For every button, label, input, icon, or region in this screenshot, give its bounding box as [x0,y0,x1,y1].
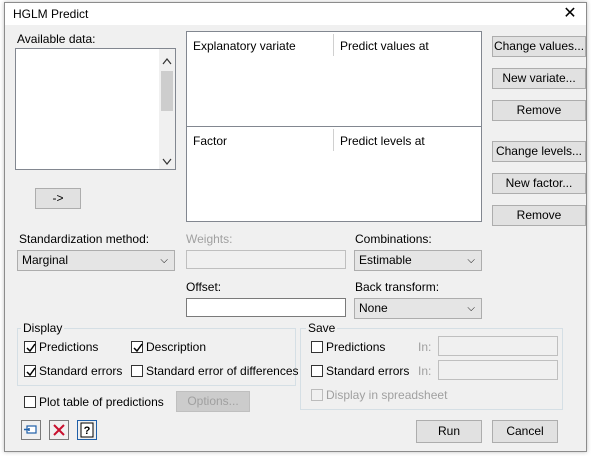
display-group-title: Display [21,321,65,335]
scrollbar-arrows-icon [161,58,173,165]
checkmark-icon [26,367,36,377]
available-data-label: Available data: [17,32,96,46]
save-predictions-label: Predictions [326,340,386,354]
standardization-select[interactable]: Marginal ⌵ [17,250,175,271]
close-icon[interactable]: ✕ [560,4,580,24]
change-values-button[interactable]: Change values... [492,36,586,57]
svg-text:?: ? [84,425,91,437]
clear-icon[interactable] [49,420,69,440]
display-description-checkbox[interactable] [131,341,143,353]
plot-predictions-label: Plot table of predictions [39,395,164,409]
save-predictions-checkbox[interactable] [311,341,323,353]
options-button[interactable]: Options... [176,391,250,412]
new-factor-button[interactable]: New factor... [492,173,586,194]
standardization-label: Standardization method: [19,232,150,246]
save-standard-errors-label: Standard errors [326,364,410,378]
pin-icon[interactable] [21,420,41,440]
predict-values-col-header: Predict values at [340,39,429,53]
factor-col-separator [333,129,334,151]
remove-factor-button[interactable]: Remove [492,205,586,226]
weights-label: Weights: [186,232,233,246]
variate-grid[interactable]: Explanatory variate Predict values at [186,31,482,136]
display-predictions-checkbox[interactable] [24,341,36,353]
combinations-value: Estimable [359,253,412,267]
plot-predictions-checkbox[interactable] [24,396,36,408]
display-standard-errors-label: Standard errors [39,364,123,378]
display-sed-label: Standard error of differences [146,364,299,378]
chevron-down-icon: ⌵ [467,303,475,314]
window-title: HGLM Predict [13,7,89,21]
factor-col-header: Factor [193,134,228,148]
back-transform-label: Back transform: [355,280,440,294]
weights-input[interactable] [186,250,346,269]
standardization-value: Marginal [22,253,69,267]
chevron-down-icon: ⌵ [160,255,168,266]
change-levels-button[interactable]: Change levels... [492,141,586,162]
back-transform-select[interactable]: None ⌵ [354,298,482,319]
offset-input[interactable] [186,298,346,317]
variate-col-header: Explanatory variate [193,39,296,53]
save-standard-errors-checkbox[interactable] [311,365,323,377]
save-standard-errors-in-input[interactable] [438,360,558,380]
save-spreadsheet-label: Display in spreadsheet [326,388,448,402]
help-icon[interactable]: ? [77,420,97,440]
title-bar: HGLM Predict ✕ [5,3,586,25]
save-predictions-in-label: In: [418,340,432,354]
back-transform-value: None [359,301,388,315]
offset-label: Offset: [186,280,222,294]
save-predictions-in-input[interactable] [438,336,558,356]
display-sed-checkbox[interactable] [131,365,143,377]
display-standard-errors-checkbox[interactable] [24,365,36,377]
factor-grid[interactable]: Factor Predict levels at [186,126,482,222]
run-button[interactable]: Run [416,420,482,443]
predict-levels-col-header: Predict levels at [340,134,425,148]
new-variate-button[interactable]: New variate... [492,68,586,89]
save-group-title: Save [306,321,338,335]
combinations-select[interactable]: Estimable ⌵ [354,250,482,271]
checkmark-icon [26,343,36,353]
cancel-button[interactable]: Cancel [492,420,558,443]
remove-variate-button[interactable]: Remove [492,100,586,121]
display-description-label: Description [146,340,207,354]
hglm-predict-dialog: HGLM Predict ✕ Available data: -> Explan… [4,2,587,452]
add-arrow-button[interactable]: -> [35,188,81,209]
chevron-down-icon: ⌵ [467,255,475,266]
available-data-list[interactable] [15,48,176,170]
available-data-scrollbar[interactable] [159,49,175,169]
save-standard-errors-in-label: In: [418,364,432,378]
combinations-label: Combinations: [355,232,432,246]
save-spreadsheet-checkbox[interactable] [311,389,323,401]
checkmark-icon [133,343,143,353]
variate-col-separator [333,34,334,56]
display-predictions-label: Predictions [39,340,99,354]
